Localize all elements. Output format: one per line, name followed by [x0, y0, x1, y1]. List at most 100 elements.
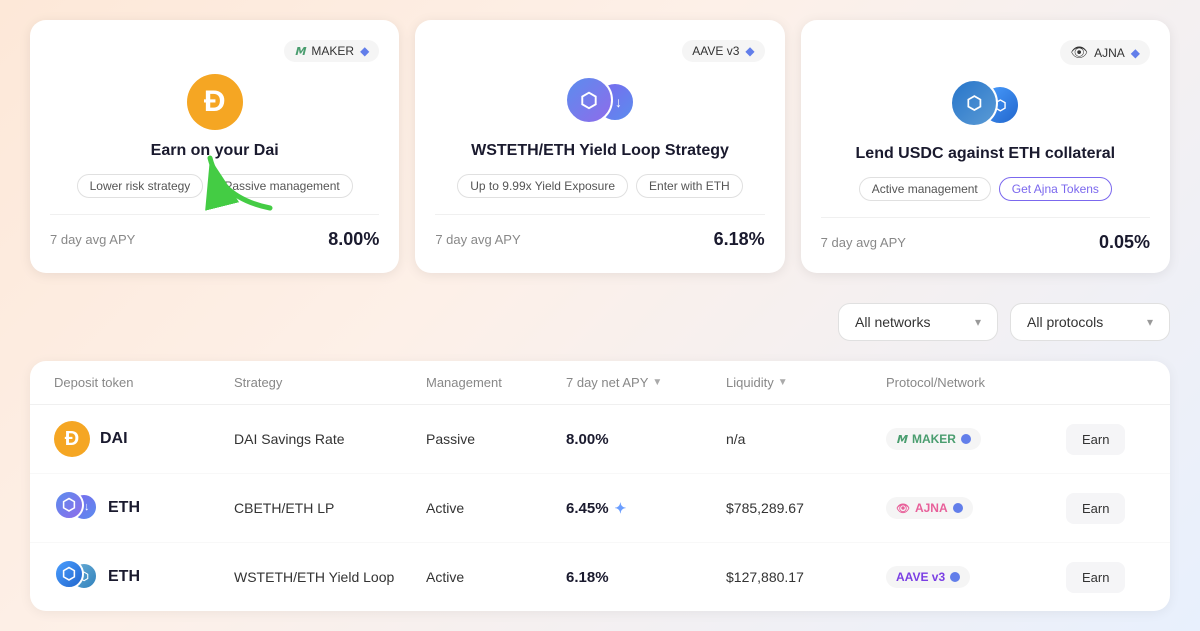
management-text: Active: [426, 569, 566, 585]
dai-card[interactable]: 𝗠 MAKER ◆ Ð Earn on your Dai Lower risk …: [30, 20, 399, 273]
earn-table: Deposit token Strategy Management 7 day …: [30, 361, 1170, 611]
card-footer: 7 day avg APY 8.00%: [50, 214, 379, 250]
eth-icon-1: ⬡: [54, 490, 84, 520]
apy-value: 6.45%: [566, 500, 609, 517]
tag-lower-risk: Lower risk strategy: [77, 174, 204, 198]
eth-sym-1: ⬡: [580, 88, 597, 113]
eth-icon: ◆: [745, 44, 754, 58]
apy-label: 7 day avg APY: [435, 232, 520, 247]
sparkle-icon: ✦: [615, 500, 627, 517]
filters-row: All networks ▾ All protocols ▾: [30, 303, 1170, 341]
ajna-badge: 👁 AJNA: [886, 497, 973, 519]
management-text: Passive: [426, 431, 566, 447]
protocol-filter[interactable]: All protocols ▾: [1010, 303, 1170, 341]
apy-cell: 8.00%: [566, 431, 726, 448]
col-apy[interactable]: 7 day net APY ▼: [566, 375, 726, 390]
usdc-eth-icon: ⬡ ⬡: [950, 77, 1020, 133]
apy-cell: 6.18%: [566, 569, 726, 586]
deposit-cell: ⬡ ⬡ ETH: [54, 559, 234, 595]
deposit-cell: ⬡ ↑↓ ETH: [54, 490, 234, 526]
apy-value: 8.00%: [566, 431, 609, 448]
maker-badge-label: MAKER: [912, 432, 956, 446]
ajna-badge-label: AJNA: [915, 501, 948, 515]
table-row: ⬡ ↑↓ ETH CBETH/ETH LP Active 6.45% ✦ $78…: [30, 474, 1170, 543]
sort-apy-icon: ▼: [652, 377, 662, 388]
maker-label: MAKER: [311, 44, 354, 58]
green-arrow: [200, 148, 290, 218]
eth-network-dot: [961, 434, 971, 444]
col-protocol: Protocol/Network: [886, 375, 1066, 390]
protocol-cell: 𝗠 MAKER: [886, 428, 1066, 450]
ajna-label: AJNA: [1094, 46, 1125, 60]
card-title: WSTETH/ETH Yield Loop Strategy: [435, 142, 764, 160]
aave-badge: AAVE v3: [886, 566, 970, 588]
maker-protocol-badge: 𝗠 MAKER ◆: [284, 40, 379, 62]
strategy-text: CBETH/ETH LP: [234, 500, 426, 516]
tag-ajna-tokens: Get Ajna Tokens: [999, 177, 1112, 201]
dai-symbol: Ð: [65, 428, 79, 451]
strategy-text: DAI Savings Rate: [234, 431, 426, 447]
card-icon-area: ⬡ ↑↓: [435, 74, 764, 130]
col-strategy-label: Strategy: [234, 375, 282, 390]
usdc-eth-card[interactable]: 👁 AJNA ◆ ⬡ ⬡ Lend USDC against ETH colla…: [801, 20, 1170, 273]
card-tags: Active management Get Ajna Tokens: [821, 177, 1150, 201]
col-apy-label: 7 day net APY: [566, 375, 648, 390]
card-tags: Up to 9.99x Yield Exposure Enter with ET…: [435, 174, 764, 198]
ajna-protocol-badge: 👁 AJNA ◆: [1060, 40, 1150, 65]
eth-network-dot: [950, 572, 960, 582]
col-strategy: Strategy: [234, 375, 426, 390]
card-icon-area: ⬡ ⬡: [821, 77, 1150, 133]
sort-liquidity-icon: ▼: [778, 377, 788, 388]
eth-double-icon: ⬡ ↑↓: [565, 74, 635, 130]
token-name: DAI: [100, 430, 128, 448]
earn-button[interactable]: Earn: [1066, 493, 1125, 524]
eth-sym: ⬡: [62, 495, 76, 515]
earn-button-cell: Earn: [1066, 562, 1146, 593]
management-text: Active: [426, 500, 566, 516]
protocol-filter-label: All protocols: [1027, 314, 1103, 330]
apy-value: 6.18%: [566, 569, 609, 586]
card-title: Lend USDC against ETH collateral: [821, 145, 1150, 163]
network-filter-label: All networks: [855, 314, 930, 330]
eth-icon-1: ⬡: [54, 559, 84, 589]
earn-button-cell: Earn: [1066, 424, 1146, 455]
wsteth-card[interactable]: AAVE v3 ◆ ⬡ ↑↓ WSTETH/ETH Yield Loop Str…: [415, 20, 784, 273]
eth-icon: ◆: [360, 44, 369, 58]
apy-cell: 6.45% ✦: [566, 500, 726, 517]
aave-badge-label: AAVE v3: [896, 570, 945, 584]
card-footer: 7 day avg APY 6.18%: [435, 214, 764, 250]
protocol-cell: AAVE v3: [886, 566, 1066, 588]
liquidity-cell: n/a: [726, 431, 886, 447]
featured-cards: 𝗠 MAKER ◆ Ð Earn on your Dai Lower risk …: [30, 20, 1170, 273]
dai-token-icon: Ð: [187, 74, 243, 130]
col-management-label: Management: [426, 375, 502, 390]
apy-value: 8.00%: [328, 229, 379, 250]
eth-icon-1: ⬡: [565, 76, 613, 124]
col-management: Management: [426, 375, 566, 390]
ajna-eye-icon: 👁: [896, 502, 910, 515]
dai-token-icon: Ð: [54, 421, 90, 457]
maker-m-icon: 𝗠: [896, 433, 907, 446]
network-filter[interactable]: All networks ▾: [838, 303, 998, 341]
col-deposit-token: Deposit token: [54, 375, 234, 390]
protocol-cell: 👁 AJNA: [886, 497, 1066, 519]
col-liquidity[interactable]: Liquidity ▼: [726, 375, 886, 390]
tag-enter-eth: Enter with ETH: [636, 174, 743, 198]
dai-symbol: Ð: [204, 85, 226, 119]
strategy-text: WSTETH/ETH Yield Loop: [234, 569, 426, 585]
earn-button[interactable]: Earn: [1066, 424, 1125, 455]
eth-sym: ⬡: [62, 564, 76, 584]
token-name: ETH: [108, 499, 140, 517]
usdc-sym: ⬡: [966, 93, 982, 114]
usdc-icon: ⬡: [950, 79, 998, 127]
apy-value: 0.05%: [1099, 232, 1150, 253]
apy-label: 7 day avg APY: [821, 235, 906, 250]
earn-button[interactable]: Earn: [1066, 562, 1125, 593]
chevron-down-icon: ▾: [975, 315, 981, 329]
apy-value: 6.18%: [714, 229, 765, 250]
token-name: ETH: [108, 568, 140, 586]
col-deposit-label: Deposit token: [54, 375, 134, 390]
chevron-down-icon: ▾: [1147, 315, 1153, 329]
card-icon-area: Ð: [50, 74, 379, 130]
table-row: ⬡ ⬡ ETH WSTETH/ETH Yield Loop Active 6.1…: [30, 543, 1170, 611]
